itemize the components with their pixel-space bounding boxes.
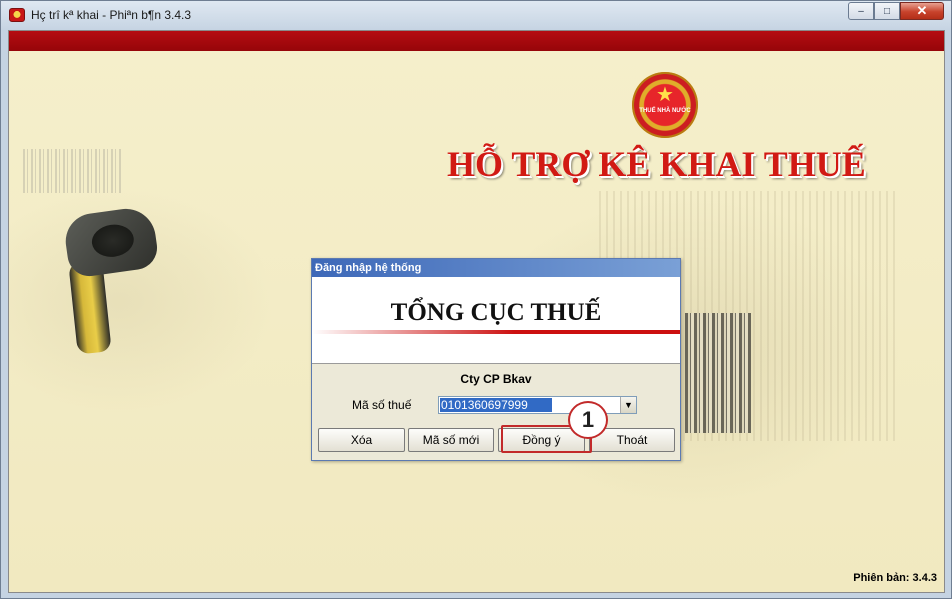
app-window: Hç trî kª khai - Phiªn b¶n 3.4.3 – □ ✕ ★…	[0, 0, 952, 599]
version-label: Phiên bản: 3.4.3	[853, 572, 937, 584]
tax-emblem-logo: ★ THUẾ NHÀ NƯỚC	[632, 72, 698, 138]
company-name: Cty CP Bkav	[460, 372, 532, 386]
title-bar: Hç trî kª khai - Phiªn b¶n 3.4.3 – □ ✕	[1, 1, 951, 29]
dropdown-arrow-icon[interactable]: ▼	[620, 397, 636, 413]
barcode-decoration-icon	[23, 149, 123, 193]
tax-id-label: Mã số thuế	[352, 398, 412, 412]
window-controls: – □ ✕	[848, 2, 944, 20]
app-icon	[9, 8, 25, 22]
header-bar	[9, 31, 944, 51]
barcode-right-icon	[685, 313, 751, 433]
barcode-scanner-icon	[61, 205, 161, 356]
dialog-banner: TỔNG CỤC THUẾ	[312, 277, 680, 364]
app-brand-title: HỖ TRỢ KÊ KHAI THUẾ	[447, 144, 866, 184]
step-callout: 1	[568, 401, 608, 439]
close-button[interactable]: ✕	[900, 2, 944, 20]
maximize-button[interactable]: □	[874, 2, 900, 20]
tax-id-combobox[interactable]: ▼	[438, 396, 637, 414]
new-tax-id-button[interactable]: Mã số mới	[408, 428, 494, 452]
login-dialog: Đăng nhập hệ thống TỔNG CỤC THUẾ Cty CP …	[311, 258, 681, 461]
star-icon: ★	[656, 84, 674, 106]
delete-button[interactable]: Xóa	[318, 428, 405, 452]
banner-divider	[312, 330, 680, 334]
window-title: Hç trî kª khai - Phiªn b¶n 3.4.3	[31, 8, 192, 22]
emblem-text: THUẾ NHÀ NƯỚC	[639, 108, 691, 114]
minimize-button[interactable]: –	[848, 2, 874, 20]
dialog-title: Đăng nhập hệ thống	[312, 259, 680, 277]
dialog-banner-title: TỔNG CỤC THUẾ	[390, 299, 602, 326]
